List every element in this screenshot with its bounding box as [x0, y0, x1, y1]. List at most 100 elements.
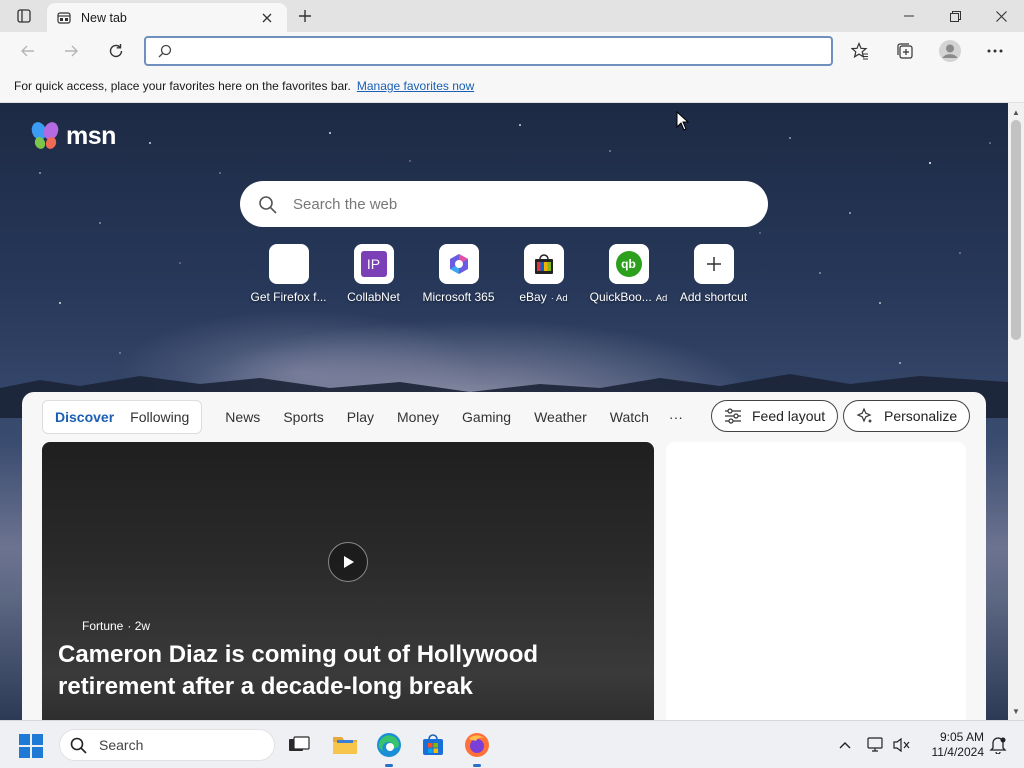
show-hidden-icons-button[interactable]: [835, 735, 855, 755]
refresh-button[interactable]: [101, 36, 131, 66]
new-tab-page-icon: [57, 11, 71, 24]
scroll-down-arrow-icon[interactable]: ▼: [1008, 704, 1024, 718]
taskbar: Search 9:05 AM 11/4/2024: [0, 720, 1024, 768]
close-window-button[interactable]: [978, 0, 1024, 32]
edge-icon: [377, 733, 401, 757]
more-tabs-button[interactable]: ···: [669, 409, 683, 425]
profile-avatar-icon: [939, 40, 961, 62]
quickbooks-icon: qb: [615, 251, 642, 277]
shortcut-ebay[interactable]: eBay · Ad: [501, 244, 586, 304]
profile-button[interactable]: [935, 36, 965, 66]
play-button[interactable]: [328, 542, 368, 582]
tab-play[interactable]: Play: [347, 409, 374, 425]
taskbar-search[interactable]: Search: [59, 729, 275, 761]
close-icon: [262, 13, 272, 22]
new-tab-button[interactable]: [292, 4, 318, 28]
tab-sports[interactable]: Sports: [283, 409, 323, 425]
clock-date: 11/4/2024: [931, 745, 985, 759]
shortcut-label: Add shortcut: [679, 290, 748, 304]
network-tray-button[interactable]: [866, 735, 886, 755]
new-tab-page: msn Get Firefox f... IP CollabNet: [0, 103, 1008, 720]
shortcuts-row: Get Firefox f... IP CollabNet Microsoft …: [246, 244, 756, 304]
tab-news[interactable]: News: [225, 409, 260, 425]
tab-watch[interactable]: Watch: [610, 409, 649, 425]
feed-segment-control: Discover Following: [42, 400, 203, 434]
file-explorer-button[interactable]: [330, 730, 360, 760]
restore-button[interactable]: [932, 0, 978, 32]
back-arrow-icon: [21, 45, 34, 57]
ad-badge: Ad: [655, 293, 668, 304]
browser-toolbar: [0, 32, 1024, 70]
favorites-bar: For quick access, place your favorites h…: [0, 70, 1024, 103]
search-icon: [158, 44, 172, 58]
shortcut-microsoft-365[interactable]: Microsoft 365: [416, 244, 501, 304]
store-icon: [423, 734, 443, 755]
feed-layout-label: Feed layout: [752, 408, 826, 424]
firefox-button[interactable]: [462, 730, 492, 767]
tab-actions-button[interactable]: [10, 5, 38, 27]
notifications-button[interactable]: [988, 735, 1008, 755]
tab-new-tab[interactable]: New tab: [47, 3, 287, 32]
shortcut-get-firefox[interactable]: Get Firefox f...: [246, 244, 331, 304]
taskbar-search-label: Search: [99, 737, 144, 753]
task-view-button[interactable]: [284, 730, 314, 760]
web-search-box[interactable]: [240, 181, 768, 227]
hero-video-card[interactable]: Fortune · 2w Cameron Diaz is coming out …: [42, 442, 654, 720]
msn-logo[interactable]: msn: [30, 121, 116, 151]
tab-money[interactable]: Money: [397, 409, 439, 425]
edge-browser-button[interactable]: [374, 730, 404, 767]
forward-button[interactable]: [56, 36, 86, 66]
firefox-icon: [465, 733, 489, 757]
feed-layout-button[interactable]: Feed layout: [711, 400, 839, 432]
address-bar[interactable]: [144, 36, 833, 66]
hero-meta: Fortune · 2w: [82, 619, 150, 633]
tab-close-button[interactable]: [257, 8, 277, 28]
address-input[interactable]: [180, 43, 831, 59]
minimize-button[interactable]: [886, 0, 932, 32]
collections-icon: [897, 43, 913, 59]
favorites-star-icon: [851, 42, 868, 60]
minimize-icon: [904, 15, 914, 17]
refresh-icon: [109, 44, 123, 58]
tab-following[interactable]: Following: [122, 409, 197, 425]
active-app-indicator: [385, 764, 393, 767]
taskbar-clock[interactable]: 9:05 AM 11/4/2024: [918, 730, 985, 760]
volume-tray-button[interactable]: [892, 735, 912, 755]
clock-time: 9:05 AM: [939, 730, 984, 744]
favorites-button[interactable]: [845, 36, 875, 66]
plus-icon: [299, 10, 311, 22]
web-search-input[interactable]: [293, 195, 768, 213]
close-icon: [995, 10, 1007, 22]
shortcut-label: eBay: [519, 290, 547, 304]
tab-weather[interactable]: Weather: [534, 409, 587, 425]
back-button[interactable]: [13, 36, 43, 66]
ebay-bag-icon: [534, 254, 553, 274]
page-scrollbar[interactable]: ▲ ▼: [1008, 103, 1024, 720]
firefox-download-icon: [268, 244, 309, 284]
shortcut-collabnet[interactable]: IP CollabNet: [331, 244, 416, 304]
tab-discover[interactable]: Discover: [47, 409, 122, 425]
forward-arrow-icon: [65, 45, 78, 57]
shortcut-add[interactable]: Add shortcut: [671, 244, 756, 304]
folder-icon: [333, 737, 357, 754]
shortcut-quickbooks[interactable]: qb QuickBoo... Ad: [586, 244, 671, 304]
scroll-up-arrow-icon[interactable]: ▲: [1008, 105, 1024, 119]
tab-actions-icon: [17, 9, 31, 23]
hero-headline[interactable]: Cameron Diaz is coming out of Hollywood …: [58, 639, 578, 703]
msn-butterfly-icon: [31, 122, 59, 149]
windows-start-icon[interactable]: [18, 733, 44, 759]
personalize-button[interactable]: Personalize: [843, 400, 971, 432]
network-display-icon: [867, 737, 883, 752]
scroll-thumb[interactable]: [1011, 120, 1021, 340]
feed-nav: Discover Following News Sports Play Mone…: [42, 400, 683, 434]
collections-button[interactable]: [890, 36, 920, 66]
manage-favorites-link[interactable]: Manage favorites now: [357, 79, 474, 93]
hero-source: Fortune: [82, 619, 124, 633]
shortcut-label: CollabNet: [347, 290, 400, 304]
chevron-up-icon: [839, 742, 851, 749]
tab-gaming[interactable]: Gaming: [462, 409, 511, 425]
microsoft-store-button[interactable]: [418, 730, 448, 760]
settings-more-button[interactable]: [980, 36, 1010, 66]
restore-icon: [949, 10, 961, 22]
msn-logo-text: msn: [66, 121, 116, 150]
